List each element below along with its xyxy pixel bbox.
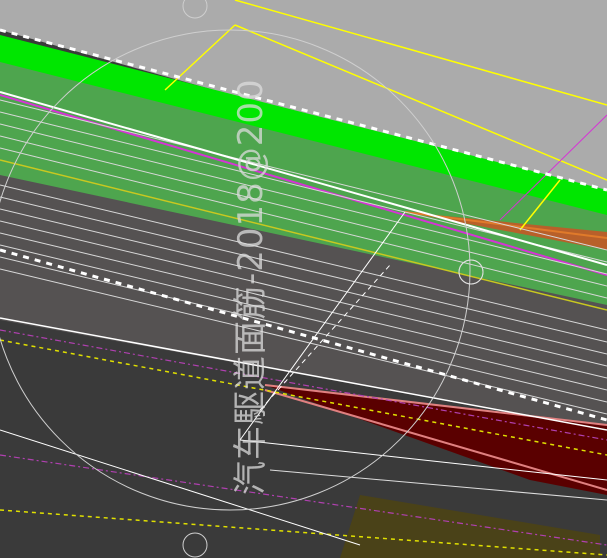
watermark-text: 汽车駆道面筋-2018@200 [231,78,271,495]
cad-viewport[interactable]: 汽车駆道面筋-2018@200 [0,0,607,558]
drawing-canvas[interactable]: 汽车駆道面筋-2018@200 [0,0,607,558]
